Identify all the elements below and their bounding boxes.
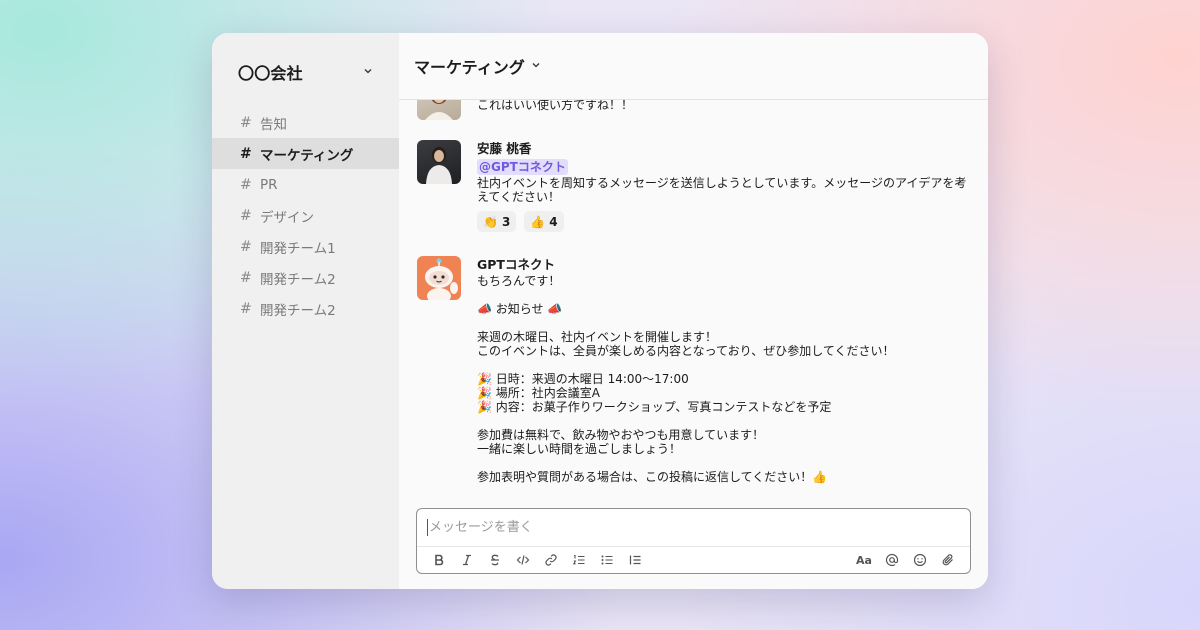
hash-icon: # xyxy=(240,269,252,286)
message-input[interactable] xyxy=(417,509,970,547)
smiley-icon xyxy=(913,553,927,567)
text-format-button[interactable]: Aa xyxy=(850,549,878,571)
channel-view: マーケティング これはいい使い方ですね！！ 安藤 桃香 @GPTコネクト 社内イ… xyxy=(399,33,988,589)
hash-icon: # xyxy=(240,114,252,131)
clap-icon: 👏 xyxy=(483,214,498,229)
hash-icon: # xyxy=(240,207,252,224)
app-window: 〇〇会社 # 告知 # マーケティング # PR # デザイン # 開発チーム1… xyxy=(212,33,988,589)
sidebar-item-dev-team-2b[interactable]: # 開発チーム2 xyxy=(212,293,399,324)
sidebar-item-design[interactable]: # デザイン xyxy=(212,200,399,231)
chevron-down-icon xyxy=(363,66,373,79)
blockquote-button[interactable] xyxy=(621,549,649,571)
workspace-switcher[interactable]: 〇〇会社 xyxy=(212,33,399,111)
avatar[interactable] xyxy=(417,140,461,184)
bulleted-list-icon xyxy=(601,555,613,565)
avatar[interactable] xyxy=(417,100,461,120)
message-item: GPTコネクト もちろんです！ 📣 お知らせ 📣 来週の木曜日、社内イベントを開… xyxy=(417,256,974,484)
sidebar-item-label: 開発チーム2 xyxy=(260,302,336,319)
sidebar-item-label: デザイン xyxy=(260,209,314,226)
sidebar-item-label: 開発チーム2 xyxy=(260,271,336,288)
strikethrough-button[interactable] xyxy=(481,549,509,571)
message-text: もちろんです！ 📣 お知らせ 📣 来週の木曜日、社内イベントを開催します！ この… xyxy=(477,274,895,484)
sidebar-item-dev-team-1[interactable]: # 開発チーム1 xyxy=(212,231,399,262)
hash-icon: # xyxy=(240,145,252,162)
sidebar: 〇〇会社 # 告知 # マーケティング # PR # デザイン # 開発チーム1… xyxy=(212,33,399,589)
at-sign-icon xyxy=(885,553,899,567)
emoji-button[interactable] xyxy=(906,549,934,571)
strikethrough-icon xyxy=(491,554,499,566)
chevron-down-icon xyxy=(531,60,541,73)
sidebar-item-kokuchi[interactable]: # 告知 xyxy=(212,107,399,138)
text-format-icon: Aa xyxy=(856,553,872,567)
sidebar-item-label: 開発チーム1 xyxy=(260,240,336,257)
sidebar-item-pr[interactable]: # PR xyxy=(212,169,399,200)
numbered-list-icon xyxy=(572,554,585,565)
sidebar-item-label: 告知 xyxy=(260,116,287,133)
link-button[interactable] xyxy=(537,549,565,571)
paperclip-icon xyxy=(942,554,953,566)
bulleted-list-button[interactable] xyxy=(593,549,621,571)
reaction-clap[interactable]: 👏 3 xyxy=(477,211,517,232)
code-icon xyxy=(516,555,530,565)
link-icon xyxy=(545,554,557,566)
code-button[interactable] xyxy=(509,549,537,571)
thumbs-up-icon: 👍 xyxy=(530,214,546,229)
reaction-count: 3 xyxy=(501,214,511,229)
message-sender[interactable]: GPTコネクト xyxy=(477,256,967,274)
message-item: これはいい使い方ですね！！ xyxy=(417,100,974,120)
numbered-list-button[interactable] xyxy=(565,549,593,571)
reaction-thumbs-up[interactable]: 👍 4 xyxy=(524,211,564,232)
channel-list: # 告知 # マーケティング # PR # デザイン # 開発チーム1 # 開発… xyxy=(212,107,399,324)
message-composer: Aa xyxy=(416,508,971,574)
reaction-bar: 👏 3 👍 4 xyxy=(477,211,967,232)
message-item: 安藤 桃香 @GPTコネクト 社内イベントを周知するメッセージを送信しようとして… xyxy=(417,140,974,232)
workspace-name: 〇〇会社 xyxy=(238,64,303,83)
hash-icon: # xyxy=(240,300,252,317)
message-sender[interactable]: 安藤 桃香 xyxy=(477,140,967,158)
hash-icon: # xyxy=(240,238,252,255)
italic-icon xyxy=(463,554,471,566)
avatar[interactable] xyxy=(417,256,461,300)
message-list[interactable]: これはいい使い方ですね！！ 安藤 桃香 @GPTコネクト 社内イベントを周知する… xyxy=(399,100,988,505)
mention-button[interactable] xyxy=(878,549,906,571)
format-toolbar: Aa xyxy=(417,547,970,573)
message-text: 社内イベントを周知するメッセージを送信しようとしています。メッセージのアイデアを… xyxy=(477,176,967,204)
message-text: これはいい使い方ですね！！ xyxy=(477,100,634,112)
italic-button[interactable] xyxy=(453,549,481,571)
hash-icon: # xyxy=(240,176,252,193)
sidebar-item-label: マーケティング xyxy=(260,147,354,164)
reaction-count: 4 xyxy=(549,214,558,229)
text-cursor xyxy=(427,519,428,536)
sidebar-item-marketing[interactable]: # マーケティング xyxy=(212,138,399,169)
mention-tag[interactable]: @GPTコネクト xyxy=(477,159,568,175)
sidebar-item-dev-team-2[interactable]: # 開発チーム2 xyxy=(212,262,399,293)
sidebar-item-label: PR xyxy=(260,176,278,193)
blockquote-icon xyxy=(629,555,641,565)
attach-button[interactable] xyxy=(934,549,962,571)
bold-icon xyxy=(435,554,444,566)
bold-button[interactable] xyxy=(425,549,453,571)
page-title: マーケティング xyxy=(414,58,525,77)
channel-header[interactable]: マーケティング xyxy=(399,33,988,100)
